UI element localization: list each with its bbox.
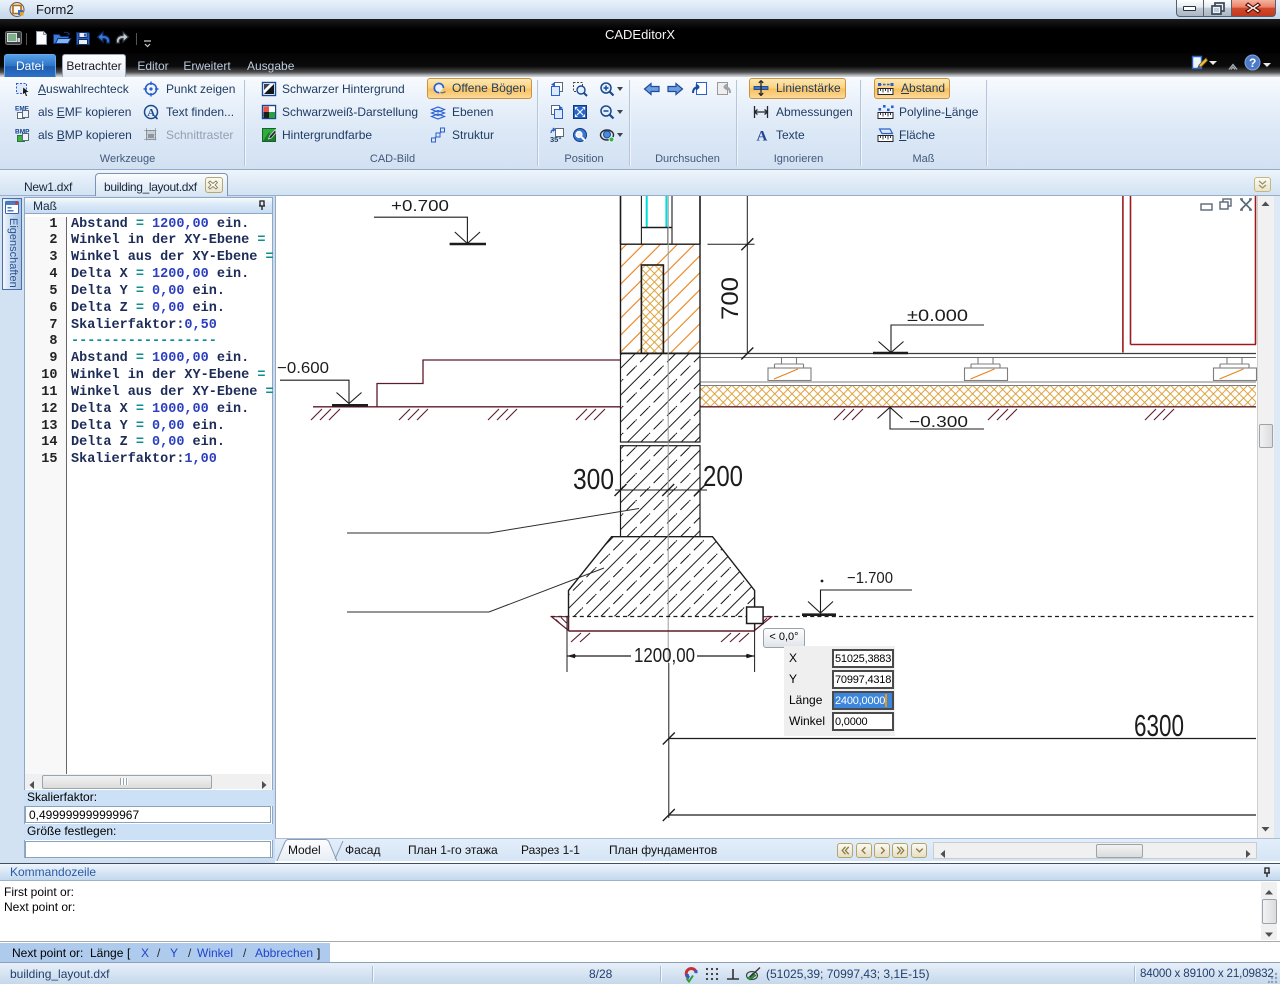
svg-text:A: A <box>757 129 768 144</box>
svg-text:1200,00: 1200,00 <box>634 645 695 667</box>
svg-text:−1.700: −1.700 <box>847 570 893 587</box>
svg-text:−0.600: −0.600 <box>277 360 329 377</box>
svg-text:700: 700 <box>717 277 744 320</box>
svg-text:300: 300 <box>573 464 614 496</box>
svg-text:±0.000: ±0.000 <box>907 307 968 325</box>
svg-text:6300: 6300 <box>1134 708 1184 743</box>
svg-text:?: ? <box>1249 56 1256 70</box>
svg-text:200: 200 <box>703 461 743 493</box>
svg-text:+0.700: +0.700 <box>391 198 449 215</box>
svg-text:−0.300: −0.300 <box>909 414 968 431</box>
svg-text:35°: 35° <box>550 135 561 143</box>
svg-text:A: A <box>147 107 155 119</box>
